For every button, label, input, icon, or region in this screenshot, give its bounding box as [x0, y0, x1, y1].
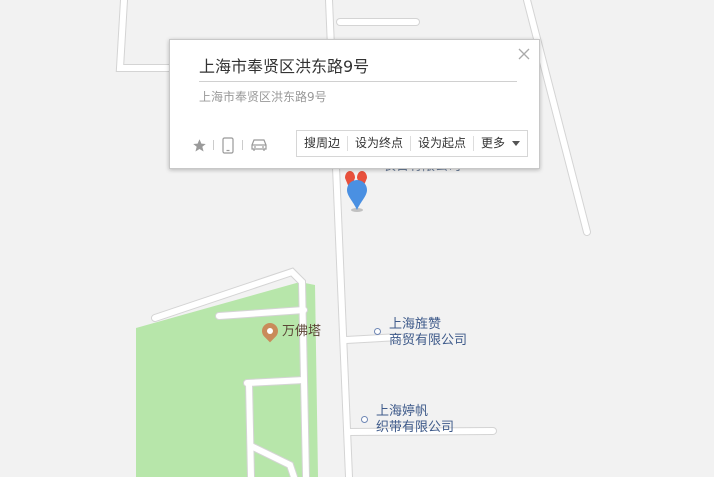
location-marker-icon[interactable] — [345, 178, 369, 214]
popup-title: 上海市奉贤区洪东路9号 — [199, 56, 517, 82]
icon-divider — [213, 140, 214, 150]
poi-line2: 织带有限公司 — [376, 420, 455, 435]
poi-line2: 商贸有限公司 — [389, 333, 468, 348]
poi-label-company[interactable]: 上海旌赞 商贸有限公司 — [389, 317, 467, 349]
more-dropdown-button[interactable]: 更多 — [474, 136, 527, 151]
phone-icon[interactable] — [219, 136, 237, 154]
popup-quick-icons — [190, 136, 270, 154]
poi-line1: 上海婷帆 — [376, 404, 429, 419]
star-icon[interactable] — [190, 136, 208, 154]
set-origin-button[interactable]: 设为起点 — [411, 136, 473, 151]
poi-label-company[interactable]: 上海婷帆 织带有限公司 — [376, 404, 454, 436]
more-label: 更多 — [481, 136, 506, 150]
poi-label-wanfota[interactable]: 万佛塔 — [282, 324, 321, 340]
close-icon[interactable] — [518, 48, 530, 60]
poi-dot[interactable] — [361, 416, 368, 423]
map-canvas[interactable]: 农日有限公司 万佛塔 上海旌赞 商贸有限公司 上海婷帆 织带有限公司 上海市奉贤… — [0, 0, 714, 477]
search-nearby-button[interactable]: 搜周边 — [297, 136, 347, 151]
poi-dot[interactable] — [374, 328, 381, 335]
car-icon[interactable] — [248, 136, 270, 154]
info-popup: 上海市奉贤区洪东路9号 上海市奉贤区洪东路9号 搜周边 设为终点 设为起点 更多 — [169, 39, 540, 169]
set-destination-button[interactable]: 设为终点 — [348, 136, 410, 151]
chevron-down-icon — [512, 141, 521, 146]
poi-line1: 上海旌赞 — [389, 317, 442, 332]
popup-address: 上海市奉贤区洪东路9号 — [199, 90, 327, 104]
popup-actions: 搜周边 设为终点 设为起点 更多 — [296, 130, 529, 157]
icon-divider — [242, 140, 243, 150]
